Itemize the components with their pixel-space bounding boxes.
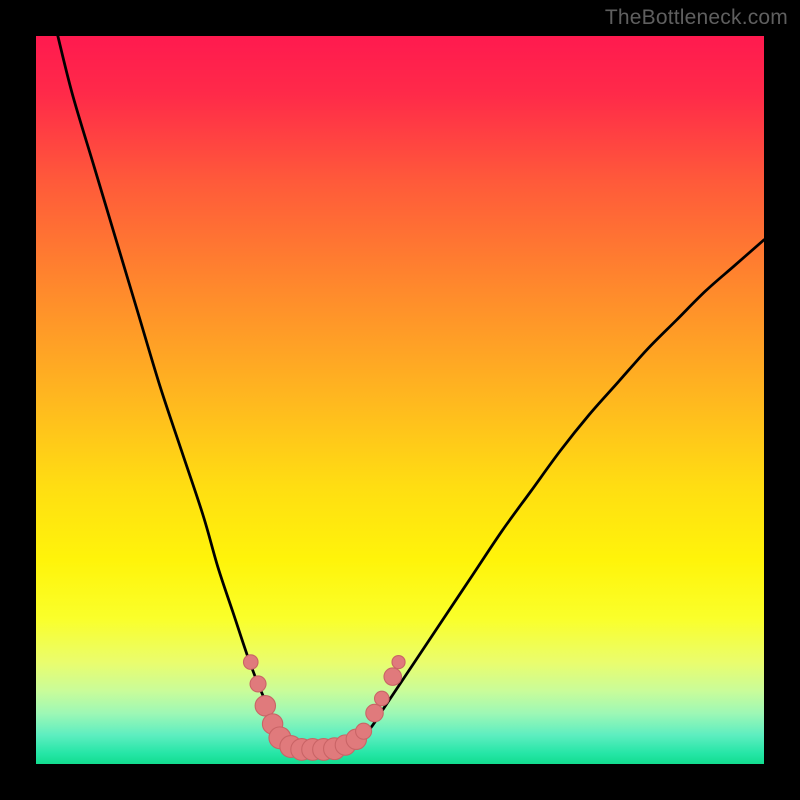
curve-marker [384, 668, 401, 685]
watermark-text: TheBottleneck.com [605, 6, 788, 30]
plot-area [36, 36, 764, 764]
chart-svg [36, 36, 764, 764]
curve-marker [255, 696, 275, 716]
chart-frame: TheBottleneck.com [0, 0, 800, 800]
curve-marker [392, 656, 405, 669]
curve-marker [366, 704, 383, 721]
curve-marker [356, 723, 372, 739]
curve-marker [243, 655, 258, 670]
curve-marker [375, 691, 390, 706]
curve-marker [250, 676, 266, 692]
curve-markers [243, 655, 405, 761]
bottleneck-curve [58, 36, 764, 750]
